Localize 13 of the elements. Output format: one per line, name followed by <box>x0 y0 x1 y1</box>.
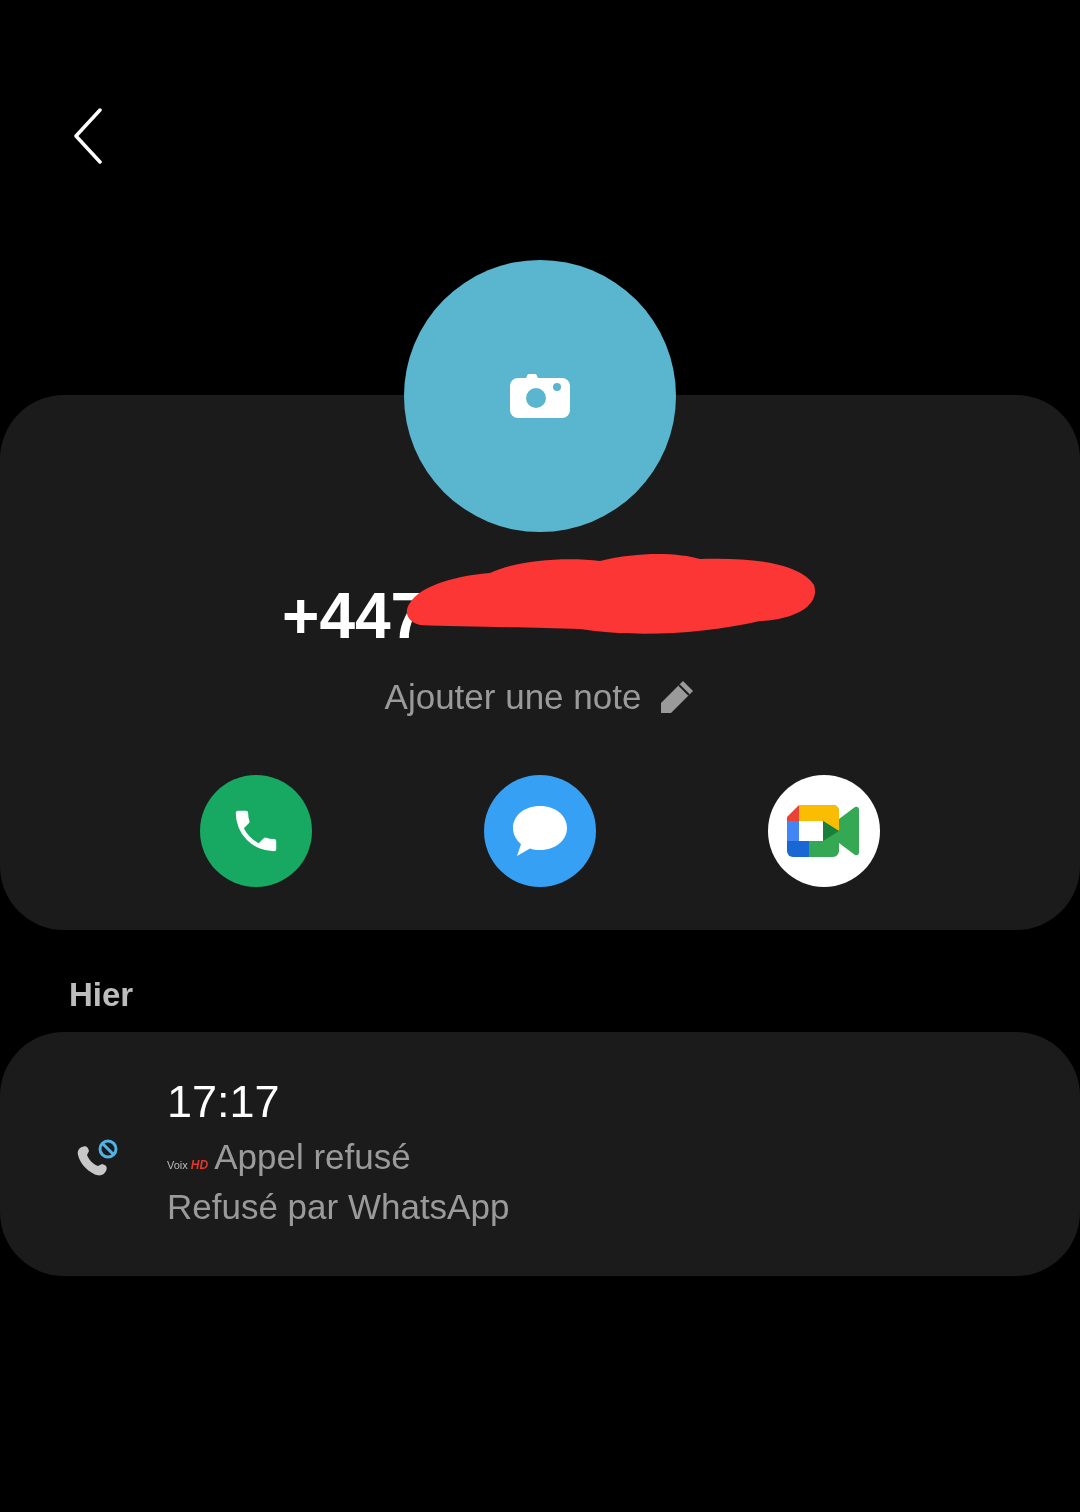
add-note-button[interactable]: Ajouter une note <box>384 677 696 717</box>
camera-icon <box>510 374 570 418</box>
back-icon <box>72 108 104 164</box>
back-button[interactable] <box>72 108 104 164</box>
call-status: Appel refusé <box>214 1136 411 1178</box>
call-detail: Refusé par WhatsApp <box>167 1186 510 1228</box>
pencil-icon <box>659 679 696 715</box>
date-header: Hier <box>69 976 134 1014</box>
speech-bubble-icon <box>511 804 569 858</box>
call-time: 17:17 <box>167 1076 281 1128</box>
hd-label: HD <box>190 1158 209 1172</box>
voice-label: Voix <box>167 1159 188 1171</box>
video-camera-icon <box>787 803 861 859</box>
